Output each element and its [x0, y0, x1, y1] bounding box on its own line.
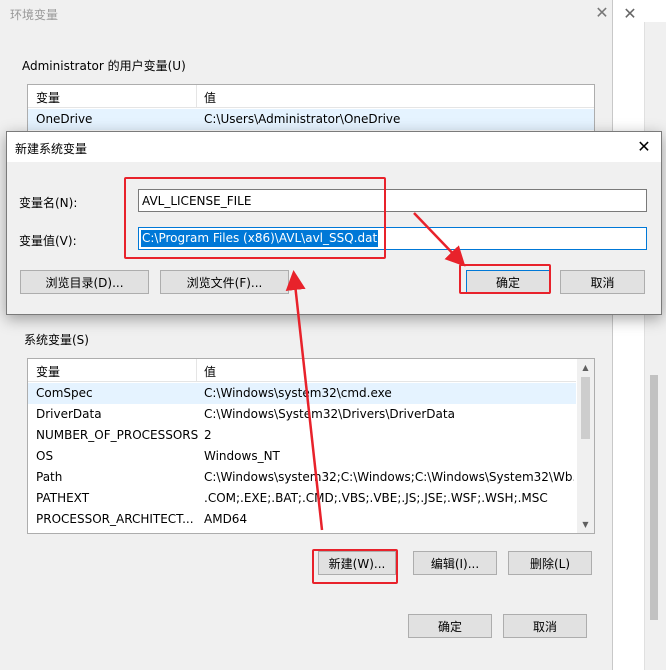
scroll-down-icon[interactable]: ▼	[577, 516, 594, 533]
variable-name-label: 变量名(N):	[19, 196, 78, 210]
edit-variable-button[interactable]: 编辑(I)...	[413, 551, 497, 575]
user-variables-list[interactable]: 变量 值 OneDrive C:\Users\Administrator\One…	[27, 84, 595, 136]
list-header: 变量 值	[28, 359, 576, 382]
variable-value: .COM;.EXE;.BAT;.CMD;.VBS;.VBE;.JS;.JSE;.…	[204, 491, 548, 505]
table-row[interactable]: OS Windows_NT	[28, 446, 576, 467]
new-variable-button[interactable]: 新建(W)...	[318, 551, 396, 575]
browse-file-button[interactable]: 浏览文件(F)...	[160, 270, 289, 294]
background-scrollbar[interactable]	[644, 22, 666, 670]
table-row[interactable]: PATHEXT .COM;.EXE;.BAT;.CMD;.VBS;.VBE;.J…	[28, 488, 576, 509]
table-row[interactable]: Path C:\Windows\system32;C:\Windows;C:\W…	[28, 467, 576, 488]
table-row[interactable]: NUMBER_OF_PROCESSORS 2	[28, 425, 576, 446]
variable-name: Path	[36, 470, 63, 484]
variable-name: NUMBER_OF_PROCESSORS	[36, 428, 199, 442]
close-icon[interactable]: ✕	[620, 4, 640, 24]
variable-name: PROCESSOR_ARCHITECT...	[36, 512, 194, 526]
variable-name: ComSpec	[36, 386, 93, 400]
variable-value: 2	[204, 428, 212, 442]
close-icon[interactable]: ✕	[590, 2, 614, 24]
browse-directory-button[interactable]: 浏览目录(D)...	[20, 270, 149, 294]
variable-value: AMD64	[204, 512, 248, 526]
cancel-button[interactable]: 取消	[503, 614, 587, 638]
table-row[interactable]: DriverData C:\Windows\System32\Drivers\D…	[28, 404, 576, 425]
variable-value: C:\Windows\system32;C:\Windows;C:\Window…	[204, 470, 574, 484]
column-header-name[interactable]: 变量	[36, 363, 60, 380]
column-header-value[interactable]: 值	[204, 363, 216, 380]
background-window: ✕	[612, 0, 666, 670]
column-header-name[interactable]: 变量	[36, 89, 60, 106]
system-variables-label: 系统变量(S)	[24, 333, 89, 347]
scroll-up-icon[interactable]: ▲	[577, 359, 594, 376]
table-row[interactable]: PROCESSOR_ARCHITECT... AMD64	[28, 509, 576, 530]
variable-value-label: 变量值(V):	[19, 234, 77, 248]
ok-button[interactable]: 确定	[466, 270, 550, 294]
environment-variables-dialog: 环境变量 ✕ Administrator 的用户变量(U) 变量 值 OneDr…	[0, 0, 613, 670]
variable-name: PATHEXT	[36, 491, 90, 505]
variable-value: C:\Windows\System32\Drivers\DriverData	[204, 407, 455, 421]
system-list-scrollbar[interactable]: ▲ ▼	[577, 359, 594, 533]
variable-name: DriverData	[36, 407, 102, 421]
variable-name: OneDrive	[36, 112, 93, 126]
variable-name-input[interactable]	[139, 190, 646, 211]
user-variables-label: Administrator 的用户变量(U)	[22, 59, 186, 73]
list-header: 变量 值	[28, 85, 594, 108]
new-system-variable-dialog: 新建系统变量 ✕ 变量名(N): 变量值(V): C:\Program File…	[6, 131, 662, 315]
variable-value: C:\Users\Administrator\OneDrive	[204, 112, 401, 126]
column-header-value[interactable]: 值	[204, 89, 216, 106]
variable-value: C:\Windows\system32\cmd.exe	[204, 386, 392, 400]
close-icon[interactable]: ✕	[633, 136, 655, 158]
variable-value-field[interactable]: C:\Program Files (x86)\AVL\avl_SSQ.dat	[138, 227, 647, 250]
variable-name: OS	[36, 449, 54, 463]
delete-variable-button[interactable]: 删除(L)	[508, 551, 592, 575]
title-bar: 新建系统变量 ✕	[7, 132, 661, 162]
variable-value: Windows_NT	[204, 449, 280, 463]
dialog-title: 环境变量	[10, 8, 59, 22]
scroll-thumb[interactable]	[581, 377, 590, 439]
ok-button[interactable]: 确定	[408, 614, 492, 638]
dialog-title: 新建系统变量	[15, 142, 88, 156]
table-row[interactable]: ComSpec C:\Windows\system32\cmd.exe	[28, 383, 576, 404]
variable-name-field[interactable]	[138, 189, 647, 212]
variable-value-input[interactable]: C:\Program Files (x86)\AVL\avl_SSQ.dat	[141, 230, 379, 247]
scroll-thumb[interactable]	[650, 375, 658, 620]
system-variables-list[interactable]: 变量 值 ComSpec C:\Windows\system32\cmd.exe…	[27, 358, 595, 534]
table-row[interactable]: OneDrive C:\Users\Administrator\OneDrive	[28, 109, 594, 130]
cancel-button[interactable]: 取消	[560, 270, 645, 294]
